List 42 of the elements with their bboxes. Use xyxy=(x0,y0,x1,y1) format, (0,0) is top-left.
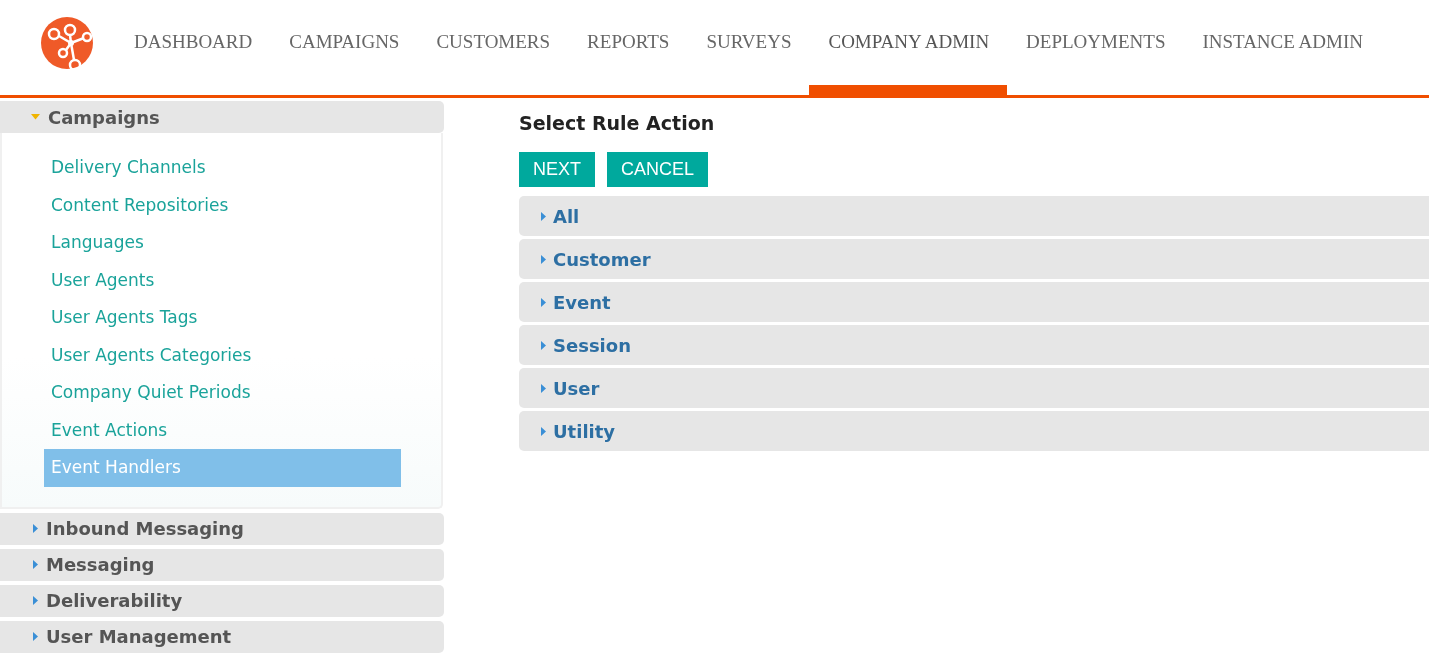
nav-tab[interactable]: REPORTS xyxy=(568,0,688,95)
action-button[interactable]: CANCEL xyxy=(607,152,709,187)
caret-icon xyxy=(541,297,546,307)
caret-icon xyxy=(33,524,38,533)
sidebar-item[interactable]: User Agents Tags xyxy=(44,299,401,337)
page-title: Select Rule Action xyxy=(519,111,716,135)
sidebar-item[interactable]: Content Repositories xyxy=(44,186,401,224)
caret-icon xyxy=(541,340,546,350)
accordion-header[interactable]: Event xyxy=(519,282,1429,322)
action-button[interactable]: NEXT xyxy=(519,152,595,187)
nav-tab[interactable]: INSTANCE ADMIN xyxy=(1183,0,1381,95)
sidebar-item[interactable]: Company Quiet Periods xyxy=(44,374,401,412)
nav-tab[interactable]: COMPANY ADMIN xyxy=(809,0,1008,95)
sidebar-section-header[interactable]: User Management xyxy=(0,620,444,653)
accordion-header[interactable]: Customer xyxy=(519,239,1429,279)
sidebar-section-header[interactable]: Deliverability xyxy=(0,584,444,617)
logo-icon[interactable] xyxy=(41,17,93,69)
nav-tab[interactable]: DEPLOYMENTS xyxy=(1007,0,1184,95)
sidebar-section-header[interactable]: Campaigns xyxy=(0,101,444,133)
accordion-header[interactable]: All xyxy=(519,196,1429,236)
sidebar-item[interactable]: User Agents xyxy=(44,261,401,299)
sidebar-item[interactable]: Event Actions xyxy=(44,411,401,449)
nav-tab[interactable]: SURVEYS xyxy=(687,0,810,95)
sidebar-item[interactable]: Delivery Channels xyxy=(44,149,401,187)
accordion-header[interactable]: Session xyxy=(519,325,1429,365)
caret-icon xyxy=(541,254,546,264)
caret-icon xyxy=(541,426,546,436)
accordion-header[interactable]: User xyxy=(519,368,1429,408)
caret-icon xyxy=(541,383,546,393)
caret-icon xyxy=(33,560,38,569)
caret-icon xyxy=(33,632,38,641)
sidebar-section-header[interactable]: Messaging xyxy=(0,548,444,581)
caret-icon xyxy=(31,114,40,120)
caret-icon xyxy=(541,211,546,221)
caret-icon xyxy=(33,596,38,605)
accordion-header[interactable]: Utility xyxy=(519,411,1429,451)
nav-tab[interactable]: DASHBOARD xyxy=(115,0,271,95)
sidebar-section-header[interactable]: Inbound Messaging xyxy=(0,512,444,545)
sidebar-item[interactable]: Languages xyxy=(44,224,401,262)
nav-tab[interactable]: CUSTOMERS xyxy=(417,0,569,95)
sidebar-item[interactable]: User Agents Categories xyxy=(44,336,401,374)
nav-tab[interactable]: CAMPAIGNS xyxy=(270,0,418,95)
